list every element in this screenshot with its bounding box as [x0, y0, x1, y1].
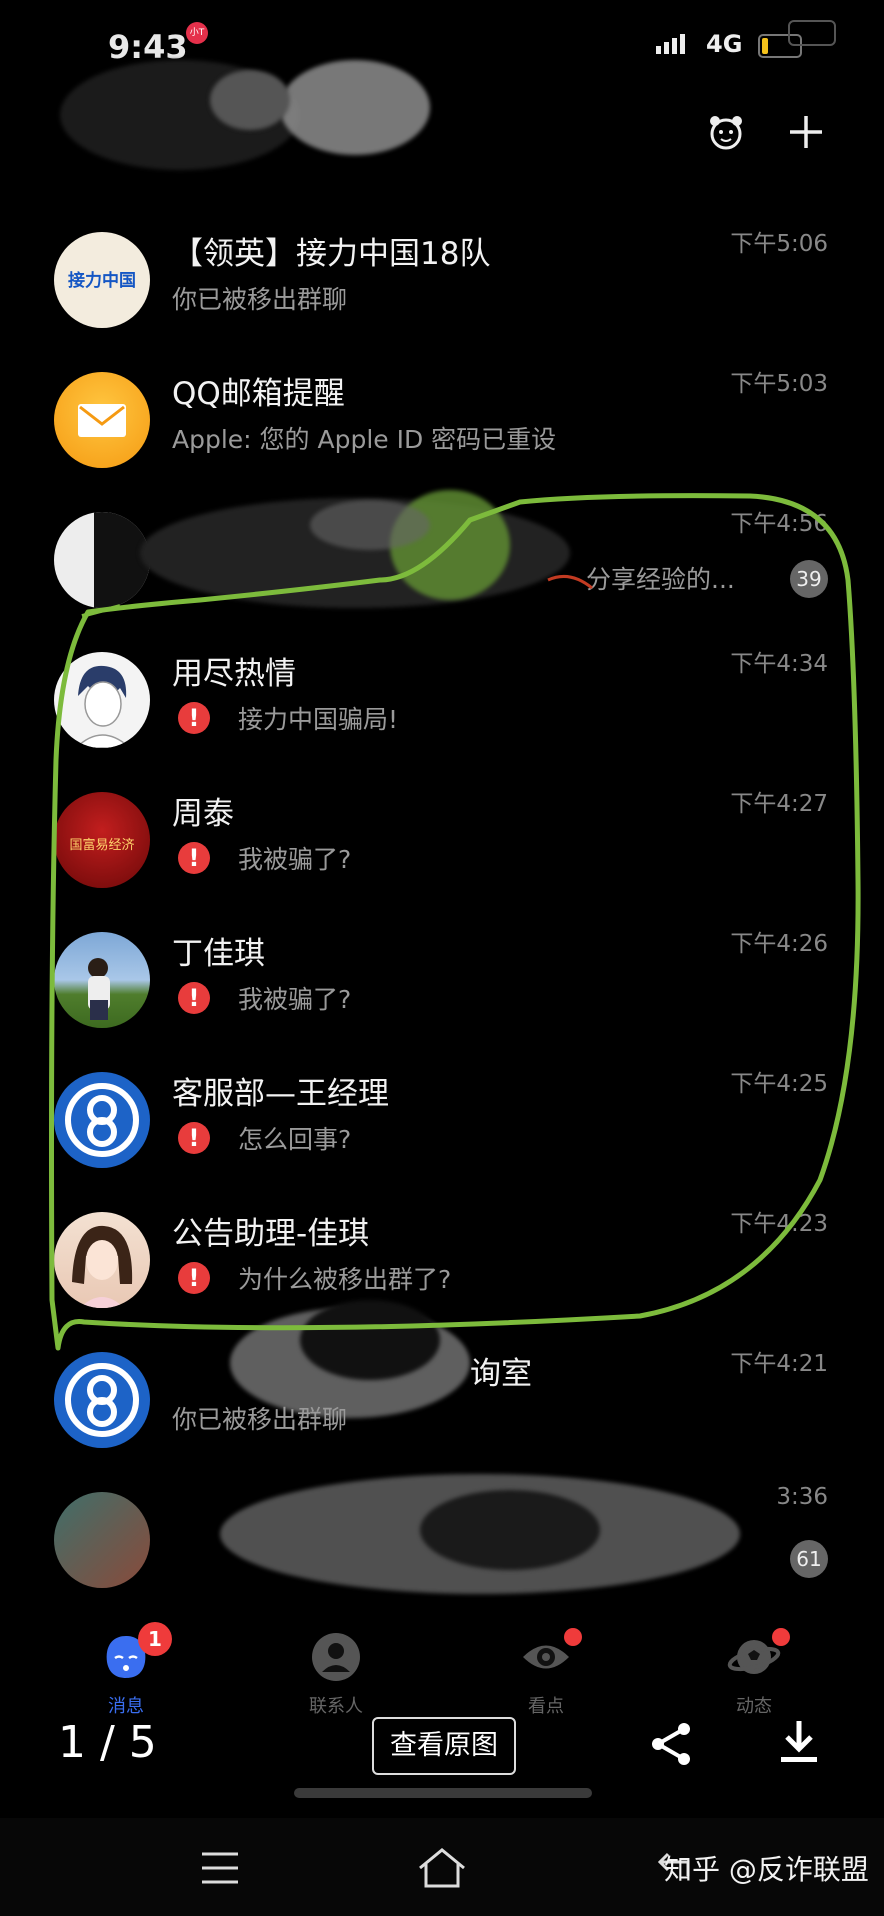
chat-preview: ! 接力中国骗局!	[172, 700, 398, 736]
recording-indicator: 小T	[186, 22, 208, 44]
chat-item[interactable]: 分享经验的... 下午4:56 39	[0, 490, 884, 630]
network-type: 4G	[706, 30, 743, 58]
chat-item[interactable]: 客服部—王经理 ! 怎么回事? 下午4:25	[0, 1050, 884, 1190]
chat-preview: Apple: 您的 Apple ID 密码已重设	[172, 425, 557, 454]
chat-item[interactable]: 国富易经济 周泰 ! 我被骗了? 下午4:27	[0, 770, 884, 910]
chat-time: 下午5:06	[730, 231, 828, 257]
chat-name: 用尽热情	[172, 656, 296, 692]
chat-preview: ! 怎么回事?	[172, 1120, 351, 1156]
chat-preview: 你已被移出群聊	[172, 1405, 348, 1434]
chat-item[interactable]: 用尽热情 ! 接力中国骗局! 下午4:34	[0, 630, 884, 770]
chat-time: 下午4:56	[730, 511, 828, 537]
chat-name: 公告助理-佳琪	[172, 1216, 370, 1252]
unread-count-badge: 1	[138, 1622, 172, 1656]
battery-outline-icon	[788, 20, 836, 46]
chat-preview: ! 我被骗了?	[172, 980, 351, 1016]
add-icon[interactable]	[784, 110, 828, 154]
avatar	[54, 932, 150, 1028]
chat-item[interactable]: 丁佳琪 ! 我被骗了? 下午4:26	[0, 910, 884, 1050]
warning-icon: !	[178, 1262, 210, 1294]
avatar	[54, 1492, 150, 1588]
chat-item[interactable]: 询室 你已被移出群聊 下午4:21	[0, 1300, 884, 1470]
warning-icon: !	[178, 702, 210, 734]
chat-preview: 你已被移出群聊	[172, 285, 348, 314]
avatar	[54, 372, 150, 468]
signal-icon	[656, 34, 685, 54]
download-icon[interactable]	[776, 1717, 822, 1767]
bear-face-icon[interactable]	[704, 110, 748, 154]
chat-time: 下午4:26	[730, 931, 828, 957]
chat-name: 丁佳琪	[172, 936, 265, 972]
chat-preview: ! 为什么被移出群了?	[172, 1260, 451, 1296]
chat-time: 下午4:23	[730, 1211, 828, 1237]
warning-icon: !	[178, 842, 210, 874]
contact-icon	[312, 1633, 360, 1681]
chat-time: 下午4:21	[730, 1351, 828, 1377]
image-viewer-toolbar: 1 / 5 查看原图	[0, 1705, 884, 1785]
chat-preview: ! 我被骗了?	[172, 840, 351, 876]
header-actions	[704, 110, 828, 154]
chat-item[interactable]: 接力中国 【领英】接力中国18队 你已被移出群聊 下午5:06	[0, 210, 884, 350]
avatar: 国富易经济	[54, 792, 150, 888]
chat-item[interactable]: 3:36 61	[0, 1470, 884, 1610]
chat-time: 下午5:03	[730, 371, 828, 397]
notification-dot	[564, 1628, 582, 1646]
menu-icon[interactable]	[198, 1848, 242, 1888]
avatar	[54, 1352, 150, 1448]
page-indicator: 1 / 5	[58, 1717, 157, 1768]
chat-item[interactable]: 公告助理-佳琪 ! 为什么被移出群了? 下午4:23	[0, 1190, 884, 1330]
chat-name: 询室	[470, 1356, 532, 1392]
chat-name: 【领英】接力中国18队	[172, 236, 491, 272]
home-icon[interactable]	[414, 1844, 470, 1890]
unread-badge: 61	[790, 1540, 828, 1578]
notification-dot	[772, 1628, 790, 1646]
warning-icon: !	[178, 1122, 210, 1154]
avatar	[54, 1212, 150, 1308]
view-original-button[interactable]: 查看原图	[372, 1717, 516, 1775]
watermark: 知乎 @反诈联盟	[664, 1853, 869, 1886]
chat-time: 3:36	[776, 1484, 828, 1510]
home-indicator	[294, 1788, 592, 1798]
chat-name: QQ邮箱提醒	[172, 376, 345, 412]
chat-time: 下午4:34	[730, 651, 828, 677]
chat-preview: 分享经验的...	[586, 565, 735, 594]
chat-name: 客服部—王经理	[172, 1076, 389, 1112]
mail-icon	[78, 404, 126, 437]
avatar	[54, 1072, 150, 1168]
chat-item[interactable]: QQ邮箱提醒 Apple: 您的 Apple ID 密码已重设 下午5:03	[0, 350, 884, 490]
avatar	[54, 652, 150, 748]
avatar	[54, 512, 150, 608]
chat-name: 周泰	[172, 796, 234, 832]
unread-badge: 39	[790, 560, 828, 598]
warning-icon: !	[178, 982, 210, 1014]
chat-time: 下午4:27	[730, 791, 828, 817]
avatar: 接力中国	[54, 232, 150, 328]
share-icon[interactable]	[646, 1719, 696, 1769]
chat-time: 下午4:25	[730, 1071, 828, 1097]
